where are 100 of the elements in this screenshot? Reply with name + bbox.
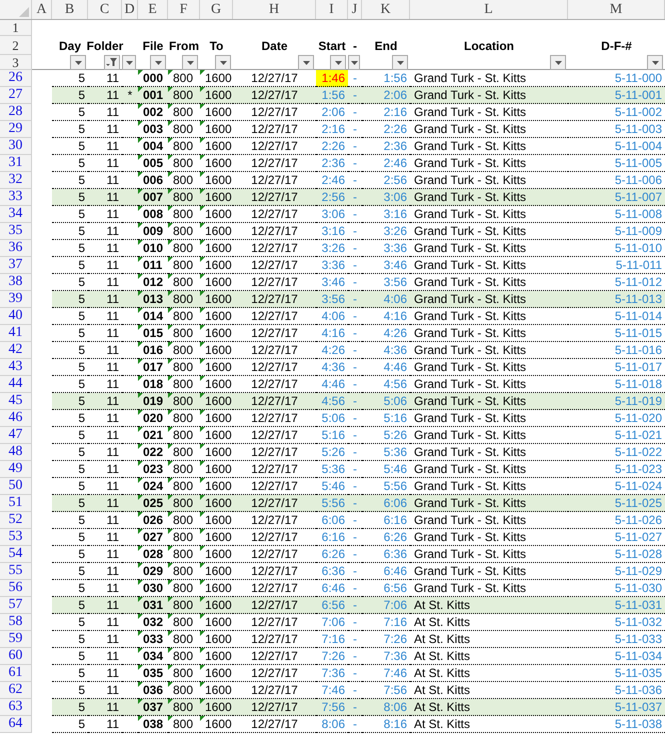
row-header[interactable]: 55 [0,563,32,580]
table-cell: 021 [143,428,164,442]
column-header[interactable]: E [138,0,168,19]
table-cell: 1600 [205,377,232,391]
table-cell: 800 [173,666,194,680]
row-header[interactable]: 58 [0,614,32,631]
row-header[interactable]: 52 [0,512,32,529]
row-header[interactable]: 2 [0,36,32,55]
table-cell: 3:06 [316,206,348,223]
column-header[interactable]: A [32,0,52,19]
column-header[interactable]: B [52,0,88,19]
row-header[interactable]: 39 [0,291,32,308]
row-header[interactable]: 50 [0,478,32,495]
row-header[interactable]: 41 [0,325,32,342]
filter-button[interactable] [348,55,360,70]
row-header[interactable]: 51 [0,495,32,512]
row-header[interactable]: 49 [0,461,32,478]
row-header[interactable]: 59 [0,631,32,648]
table-cell: 3:06 [362,189,410,206]
row-header[interactable]: 62 [0,682,32,699]
corner-triangle-icon [200,138,205,143]
row-header[interactable]: 38 [0,274,32,291]
table-cell: 5 [52,87,88,104]
column-header[interactable]: H [233,0,316,19]
filter-button[interactable] [330,55,346,70]
row-header[interactable]: 31 [0,155,32,172]
table-cell: - [348,308,362,325]
corner-triangle-icon [168,308,173,313]
table-cell: 3:36 [362,240,410,257]
corner-triangle-icon [138,682,143,687]
table-cell: 11 [88,597,122,614]
row-header[interactable]: 53 [0,529,32,546]
table-cell: - [348,614,362,631]
table-cell: 2:16 [362,104,410,121]
row-header[interactable]: 36 [0,240,32,257]
table-cell: - [348,155,362,172]
column-header[interactable]: K [362,0,410,19]
table-cell: 11 [88,631,122,648]
row-header[interactable]: 46 [0,410,32,427]
row-header[interactable]: 45 [0,393,32,410]
row-header[interactable]: 48 [0,444,32,461]
row-header[interactable]: 32 [0,172,32,189]
filter-button[interactable] [550,55,566,70]
row-header[interactable]: 47 [0,427,32,444]
filter-button[interactable] [70,55,86,70]
row-header[interactable]: 33 [0,189,32,206]
row-header[interactable]: 40 [0,308,32,325]
corner-triangle-icon [200,155,205,160]
row-header[interactable]: 43 [0,359,32,376]
table-cell: 7:26 [362,631,410,648]
column-header[interactable]: G [200,0,233,19]
caret-icon [126,60,132,64]
column-header[interactable]: L [410,0,568,19]
corner-triangle-icon [168,206,173,211]
table-cell: 5 [52,325,88,342]
row-header[interactable]: 3 [0,55,32,70]
table-cell: 027 [143,530,164,544]
row-header[interactable]: 1 [0,20,32,36]
table-cell: - [348,240,362,257]
row-header[interactable]: 26 [0,70,32,87]
filter-button[interactable] [298,55,314,70]
row-header[interactable]: 28 [0,104,32,121]
row-header[interactable]: 35 [0,223,32,240]
row-header[interactable]: 37 [0,257,32,274]
table-cell: 11 [88,444,122,461]
column-header[interactable]: F [168,0,200,19]
table-cell: 1600 [205,343,232,357]
filter-button[interactable] [104,55,120,70]
row-header[interactable]: 29 [0,121,32,138]
table-cell: 6:26 [362,529,410,546]
filter-button[interactable] [182,55,198,70]
row-header[interactable]: 27 [0,87,32,104]
row-header[interactable]: 56 [0,580,32,597]
column-header[interactable]: D [122,0,138,19]
row-header[interactable]: 44 [0,376,32,393]
column-header[interactable]: C [88,0,122,19]
filter-button[interactable] [122,55,136,70]
corner-triangle-icon [138,393,143,398]
column-header[interactable]: I [316,0,348,19]
table-cell: At St. Kitts [410,631,568,648]
row-header[interactable]: 64 [0,716,32,733]
table-cell: 800 [173,309,194,323]
corner-triangle-icon [200,240,205,245]
row-header[interactable]: 57 [0,597,32,614]
row-header[interactable]: 63 [0,699,32,716]
row-header[interactable]: 54 [0,546,32,563]
table-cell: 5-11-029 [568,563,665,580]
row-header[interactable]: 30 [0,138,32,155]
column-header[interactable]: M [568,0,665,19]
filter-button[interactable] [215,55,231,70]
filter-button[interactable] [647,55,663,70]
row-header[interactable]: 61 [0,665,32,682]
column-title: Date [261,38,288,52]
row-header[interactable]: 60 [0,648,32,665]
filter-button[interactable] [150,55,166,70]
row-header[interactable]: 42 [0,342,32,359]
row-header[interactable]: 34 [0,206,32,223]
column-header[interactable]: J [348,0,362,19]
filter-button[interactable] [392,55,408,70]
table-cell: 5 [52,512,88,529]
